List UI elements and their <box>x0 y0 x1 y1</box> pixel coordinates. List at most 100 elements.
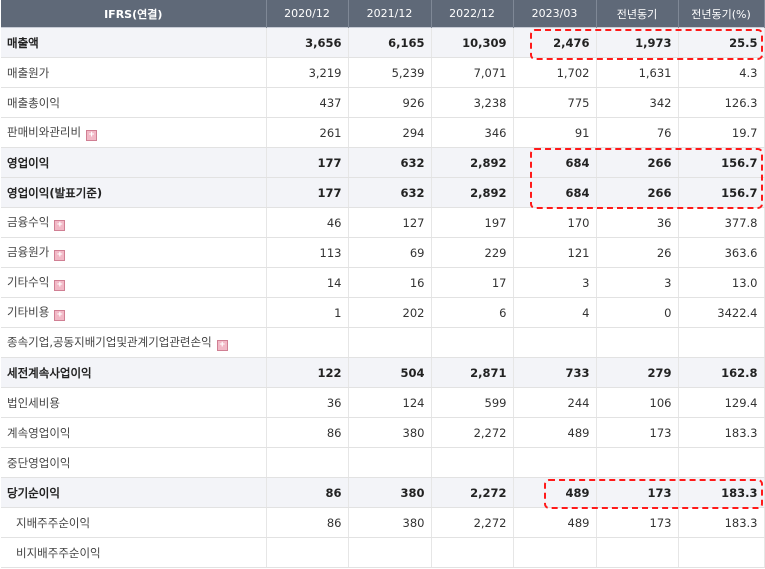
table-row: 중단영업이익 <box>1 447 765 478</box>
value-cell-prev-period: 106 <box>596 387 679 418</box>
row-label: 기타수익 <box>7 275 50 289</box>
value-cell-prev-period-pct: 156.7 <box>678 147 765 178</box>
row-label: 지배주주순이익 <box>16 515 91 530</box>
value-cell-2021-12 <box>348 447 432 478</box>
value-cell-2021-12: 124 <box>348 387 432 418</box>
table-row: 당기순이익 86 380 2,272 489 173 183.3 <box>1 477 765 508</box>
row-label: 매출원가 <box>7 65 50 80</box>
value-cell-2023-03: 1,702 <box>513 57 597 88</box>
table-row: 금융원가 +113 69 229 121 26 363.6 <box>1 237 765 268</box>
value-cell-prev-period-pct: 377.8 <box>678 207 765 238</box>
row-label: 영업이익(발표기준) <box>7 185 103 200</box>
plus-icon[interactable]: + <box>54 310 66 321</box>
value-cell-prev-period-pct: 183.3 <box>678 477 765 508</box>
value-cell-prev-period-pct: 183.3 <box>678 507 765 538</box>
row-label-cell: 기타수익 + <box>1 267 267 298</box>
row-label-cell: 금융수익 + <box>1 207 267 238</box>
plus-icon[interactable]: + <box>54 220 66 231</box>
value-cell-2022-12: 17 <box>431 267 514 298</box>
value-cell-2023-03: 170 <box>513 207 597 238</box>
value-cell-2023-03: 684 <box>513 147 597 178</box>
row-label-cell: 매출원가 <box>1 57 267 88</box>
value-cell-2021-12 <box>348 327 432 358</box>
value-cell-2020-12 <box>266 447 349 478</box>
value-cell-2020-12 <box>266 327 349 358</box>
row-label: 기타비용 <box>7 305 50 319</box>
table-row: 금융수익 +46 127 197 170 36 377.8 <box>1 207 765 238</box>
row-label-cell: 금융원가 + <box>1 237 267 268</box>
value-cell-prev-period-pct: 19.7 <box>678 117 765 148</box>
value-cell-prev-period <box>596 447 679 478</box>
row-label: 비지배주주순이익 <box>16 545 101 560</box>
row-label: 금융원가 <box>7 245 50 259</box>
value-cell-2023-03: 2,476 <box>513 27 597 58</box>
value-cell-2022-12: 346 <box>431 117 514 148</box>
financial-statement-view: IFRS(연결) 2020/12 2021/12 2022/12 2023/03… <box>0 0 765 569</box>
value-cell-2023-03: 244 <box>513 387 597 418</box>
value-cell-prev-period-pct: 129.4 <box>678 387 765 418</box>
value-cell-2020-12: 122 <box>266 357 349 388</box>
value-cell-2023-03: 91 <box>513 117 597 148</box>
value-cell-2020-12: 113 <box>266 237 349 268</box>
row-label: 영업이익 <box>7 155 50 170</box>
plus-icon[interactable]: + <box>86 130 98 141</box>
value-cell-2023-03 <box>513 537 597 568</box>
row-label-cell: 영업이익 <box>1 147 267 178</box>
value-cell-prev-period: 26 <box>596 237 679 268</box>
value-cell-prev-period <box>596 537 679 568</box>
row-label: 법인세비용 <box>7 395 60 410</box>
value-cell-2022-12: 2,272 <box>431 507 514 538</box>
row-label-cell: 매출액 <box>1 27 267 58</box>
value-cell-prev-period: 173 <box>596 477 679 508</box>
value-cell-2022-12: 7,071 <box>431 57 514 88</box>
row-label-cell: 세전계속사업이익 <box>1 357 267 388</box>
value-cell-2022-12: 599 <box>431 387 514 418</box>
row-label-cell: 종속기업,공동지배기업및관계기업관련손익 + <box>1 327 267 358</box>
value-cell-prev-period-pct: 126.3 <box>678 87 765 118</box>
row-label: 중단영업이익 <box>7 455 71 470</box>
table-row: 기타수익 +14 16 17 3 3 13.0 <box>1 267 765 298</box>
value-cell-2022-12: 2,272 <box>431 417 514 448</box>
value-cell-prev-period-pct: 3422.4 <box>678 297 765 328</box>
value-cell-2022-12: 2,272 <box>431 477 514 508</box>
row-label: 금융수익 <box>7 215 50 229</box>
value-cell-2023-03: 4 <box>513 297 597 328</box>
table-row: 세전계속사업이익 122 504 2,871 733 279 162.8 <box>1 357 765 388</box>
value-cell-prev-period-pct: 25.5 <box>678 27 765 58</box>
value-cell-2022-12: 2,892 <box>431 147 514 178</box>
value-cell-2022-12: 2,871 <box>431 357 514 388</box>
value-cell-2023-03: 684 <box>513 177 597 208</box>
value-cell-2021-12: 69 <box>348 237 432 268</box>
value-cell-prev-period: 342 <box>596 87 679 118</box>
table-row: 계속영업이익 86 380 2,272 489 173 183.3 <box>1 417 765 448</box>
value-cell-2021-12: 6,165 <box>348 27 432 58</box>
table-row: 지배주주순이익 86 380 2,272 489 173 183.3 <box>1 507 765 538</box>
value-cell-2022-12: 2,892 <box>431 177 514 208</box>
income-statement-table: IFRS(연결) 2020/12 2021/12 2022/12 2023/03… <box>1 0 765 568</box>
value-cell-prev-period: 1,631 <box>596 57 679 88</box>
value-cell-2023-03 <box>513 327 597 358</box>
value-cell-2020-12: 177 <box>266 147 349 178</box>
value-cell-2020-12: 177 <box>266 177 349 208</box>
value-cell-2020-12: 437 <box>266 87 349 118</box>
value-cell-2020-12: 86 <box>266 507 349 538</box>
plus-icon[interactable]: + <box>54 280 66 291</box>
value-cell-2023-03: 3 <box>513 267 597 298</box>
value-cell-prev-period: 76 <box>596 117 679 148</box>
value-cell-prev-period: 266 <box>596 147 679 178</box>
value-cell-2021-12: 380 <box>348 477 432 508</box>
value-cell-2021-12: 926 <box>348 87 432 118</box>
row-label-cell: 매출총이익 <box>1 87 267 118</box>
value-cell-prev-period-pct <box>678 447 765 478</box>
value-cell-2020-12: 3,219 <box>266 57 349 88</box>
value-cell-prev-period: 266 <box>596 177 679 208</box>
table-row: 매출총이익 437 926 3,238 775 342 126.3 <box>1 87 765 118</box>
value-cell-2022-12: 6 <box>431 297 514 328</box>
table-row: 매출액 3,656 6,165 10,309 2,476 1,973 25.5 <box>1 27 765 58</box>
value-cell-prev-period-pct: 162.8 <box>678 357 765 388</box>
plus-icon[interactable]: + <box>54 250 66 261</box>
plus-icon[interactable]: + <box>216 340 228 351</box>
header-prev-period-pct: 전년동기(%) <box>678 0 765 28</box>
row-label: 판매비와관리비 <box>7 125 82 139</box>
value-cell-2020-12: 86 <box>266 417 349 448</box>
